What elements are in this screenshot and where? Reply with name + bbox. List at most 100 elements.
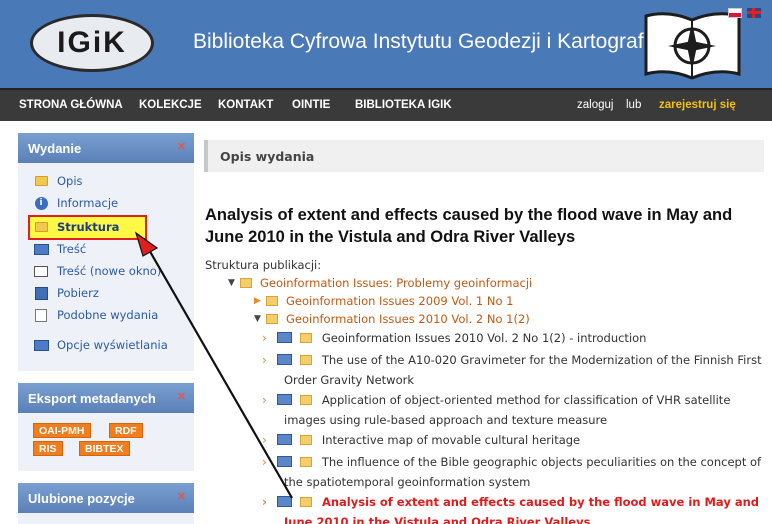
polish-flag-icon[interactable] bbox=[728, 8, 742, 18]
section-header: Opis wydania bbox=[204, 140, 764, 172]
or-text: lub bbox=[626, 99, 642, 111]
nav-collections[interactable]: KOLEKCJE bbox=[139, 99, 202, 111]
sidebar-item-opis[interactable]: Opis bbox=[33, 172, 83, 190]
chevron-right-icon: › bbox=[262, 353, 267, 367]
structure-icon bbox=[33, 219, 49, 235]
article-title[interactable]: Analysis of extent and effects caused by… bbox=[284, 495, 759, 524]
article-title[interactable]: Geoinformation Issues 2010 Vol. 2 No 1(2… bbox=[322, 331, 647, 345]
export-oai-pmh-button[interactable]: OAI-PMH bbox=[33, 423, 91, 438]
sidebar-item-podobne[interactable]: Podobne wydania bbox=[33, 306, 158, 324]
save-icon bbox=[33, 285, 49, 301]
article-item[interactable]: › Application of object-oriented method f… bbox=[262, 390, 762, 430]
book-icon bbox=[276, 332, 292, 343]
sidebar-item-tresc-new-window[interactable]: Treść (nowe okno) bbox=[33, 262, 161, 280]
tree-root-label[interactable]: Geoinformation Issues: Problemy geoinfor… bbox=[260, 276, 532, 290]
sidebar-item-label: Opcje wyświetlania bbox=[57, 338, 168, 352]
collapse-icon[interactable]: ✕ bbox=[177, 140, 186, 153]
nav-home[interactable]: STRONA GŁÓWNA bbox=[19, 99, 123, 111]
folder-icon bbox=[33, 173, 49, 189]
sidebar-item-label: Treść bbox=[57, 242, 87, 256]
sidebar-item-pobierz[interactable]: Pobierz bbox=[33, 284, 99, 302]
article-title[interactable]: The use of the A10-020 Gravimeter for th… bbox=[284, 353, 762, 387]
sidebar-item-informacje[interactable]: i Informacje bbox=[33, 194, 118, 212]
sidebar-item-label: Informacje bbox=[57, 196, 119, 210]
chevron-right-icon: › bbox=[262, 393, 267, 407]
sidebar-item-tresc[interactable]: Treść bbox=[33, 240, 86, 258]
article-item[interactable]: › The influence of the Bible geographic o… bbox=[262, 452, 762, 492]
folder-icon bbox=[299, 395, 312, 405]
publication-title: Analysis of extent and effects caused by… bbox=[205, 206, 733, 246]
chevron-right-icon: › bbox=[262, 433, 267, 447]
expanded-arrow-icon[interactable]: ▼ bbox=[228, 278, 240, 288]
tree-volume-label[interactable]: Geoinformation Issues 2009 Vol. 1 No 1 bbox=[286, 294, 513, 308]
edition-panel-header[interactable]: Wydanie ✕ bbox=[18, 133, 194, 163]
export-bibtex-button[interactable]: BIBTEX bbox=[79, 441, 130, 456]
igik-logo[interactable]: IGiK bbox=[30, 14, 154, 72]
sidebar-item-label: Opis bbox=[57, 174, 83, 188]
collapse-icon[interactable]: ✕ bbox=[177, 390, 186, 403]
sidebar-item-struktura[interactable]: Struktura bbox=[33, 218, 119, 236]
document-icon bbox=[33, 307, 49, 323]
chevron-right-icon: › bbox=[262, 331, 267, 345]
login-link[interactable]: zaloguj bbox=[577, 99, 613, 111]
site-header: IGiK Biblioteka Cyfrowa Instytutu Geodez… bbox=[0, 0, 772, 88]
book-icon bbox=[276, 434, 292, 445]
tree-volume[interactable]: ▶ Geoinformation Issues 2009 Vol. 1 No 1 bbox=[254, 294, 513, 308]
folder-icon bbox=[299, 435, 312, 445]
article-title[interactable]: Interactive map of movable cultural heri… bbox=[322, 433, 580, 447]
register-link[interactable]: zarejestruj się bbox=[659, 99, 736, 111]
book-icon bbox=[276, 496, 292, 507]
export-panel-header[interactable]: Eksport metadanych ✕ bbox=[18, 383, 194, 413]
article-title[interactable]: The influence of the Bible geographic ob… bbox=[284, 455, 761, 489]
article-item[interactable]: › Geoinformation Issues 2010 Vol. 2 No 1(… bbox=[262, 328, 762, 348]
book-icon bbox=[33, 241, 49, 257]
sidebar-item-label: Pobierz bbox=[57, 286, 99, 300]
folder-icon bbox=[299, 497, 312, 507]
section-header-title: Opis wydania bbox=[220, 149, 315, 164]
expanded-arrow-icon[interactable]: ▼ bbox=[254, 314, 266, 324]
tree-volume[interactable]: ▼ Geoinformation Issues 2010 Vol. 2 No 1… bbox=[254, 312, 530, 326]
tree-root[interactable]: ▼ Geoinformation Issues: Problemy geoinf… bbox=[228, 276, 532, 290]
export-panel-title: Eksport metadanych bbox=[28, 391, 156, 406]
folder-icon bbox=[266, 296, 278, 306]
article-item[interactable]: › The use of the A10-020 Gravimeter for t… bbox=[262, 350, 762, 390]
folder-icon bbox=[240, 278, 252, 288]
chevron-right-icon: › bbox=[262, 495, 267, 509]
sidebar-item-opcje[interactable]: Opcje wyświetlania bbox=[33, 336, 168, 354]
main-nav: STRONA GŁÓWNA KOLEKCJE KONTAKT OINTIE BI… bbox=[0, 88, 772, 121]
language-switcher bbox=[728, 8, 761, 18]
export-ris-button[interactable]: RIS bbox=[33, 441, 63, 456]
sidebar-item-label: Struktura bbox=[57, 220, 120, 234]
folder-icon bbox=[299, 355, 312, 365]
book-icon bbox=[276, 394, 292, 405]
nav-ointie[interactable]: OINTIE bbox=[292, 99, 330, 111]
export-rdf-button[interactable]: RDF bbox=[109, 423, 143, 438]
article-title[interactable]: Application of object-oriented method fo… bbox=[284, 393, 730, 427]
display-options-icon bbox=[33, 337, 49, 353]
book-icon bbox=[276, 456, 292, 467]
chevron-right-icon: › bbox=[262, 455, 267, 469]
folder-icon bbox=[299, 457, 312, 467]
folder-icon bbox=[266, 314, 278, 324]
article-item[interactable]: › Interactive map of movable cultural her… bbox=[262, 430, 762, 450]
info-icon: i bbox=[33, 195, 49, 211]
book-icon bbox=[276, 354, 292, 365]
tree-volume-label[interactable]: Geoinformation Issues 2010 Vol. 2 No 1(2… bbox=[286, 312, 530, 326]
favorites-panel-header[interactable]: Ulubione pozycje ✕ bbox=[18, 483, 194, 513]
collapse-icon[interactable]: ✕ bbox=[177, 490, 186, 503]
favorites-panel: Ulubione pozycje ✕ bbox=[18, 483, 194, 524]
sidebar-item-label: Treść (nowe okno) bbox=[57, 264, 162, 278]
sidebar-item-label: Podobne wydania bbox=[57, 308, 159, 322]
new-window-icon bbox=[33, 263, 49, 279]
logo-text: IGiK bbox=[57, 26, 127, 59]
article-item-active[interactable]: › Analysis of extent and effects caused b… bbox=[262, 492, 762, 524]
folder-icon bbox=[299, 333, 312, 343]
nav-contact[interactable]: KONTAKT bbox=[218, 99, 273, 111]
favorites-panel-title: Ulubione pozycje bbox=[28, 491, 135, 506]
english-flag-icon[interactable] bbox=[747, 8, 761, 18]
site-title: Biblioteka Cyfrowa Instytutu Geodezji i … bbox=[193, 30, 653, 53]
nav-library-igik[interactable]: BIBLIOTEKA IGIK bbox=[355, 99, 452, 111]
collapsed-arrow-icon[interactable]: ▶ bbox=[254, 296, 266, 306]
edition-panel-title: Wydanie bbox=[28, 141, 82, 156]
structure-label: Struktura publikacji: bbox=[205, 258, 322, 272]
